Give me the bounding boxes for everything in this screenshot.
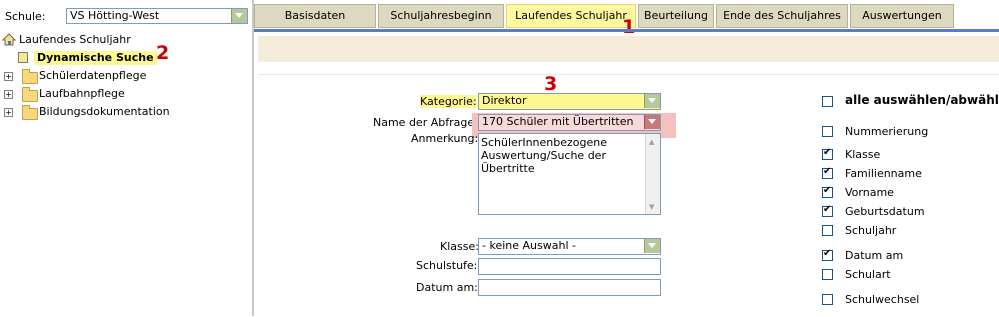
column-checkbox-label: Geburtsdatum (845, 205, 925, 218)
column-checkbox[interactable] (822, 294, 833, 305)
school-label: Schule: (5, 10, 46, 23)
klasse-label: Klasse: (440, 240, 479, 253)
chevron-down-icon[interactable] (231, 9, 247, 23)
left-panel: Schule: VS Hötting-West Laufendes Schulj… (0, 0, 254, 316)
select-all-checkbox[interactable] (822, 96, 833, 107)
anmerkung-text: SchülerInnenbezogene Auswertung/Suche de… (481, 136, 607, 175)
schulstufe-input[interactable] (478, 258, 661, 275)
column-checkbox-label: Vorname (845, 186, 894, 199)
form-area: Kategorie: Direktor 3 Name der Abfrage: … (258, 73, 999, 317)
column-checkbox-label: Klasse (845, 148, 881, 161)
expand-icon[interactable]: + (4, 90, 13, 99)
annotation-marker-2: 2 (156, 42, 170, 64)
column-checkbox[interactable] (822, 166, 833, 179)
folder-icon (22, 69, 38, 84)
chevron-down-icon[interactable] (644, 239, 660, 253)
select-all-label: alle auswählen/abwählen (845, 93, 999, 107)
annotation-marker-3: 3 (544, 73, 558, 95)
klasse-select-value: - keine Auswahl - (482, 239, 576, 252)
scroll-up-icon[interactable]: ▲ (649, 138, 654, 146)
schulstufe-label: Schulstufe: (416, 259, 478, 272)
tree-item-label: Bildungsdokumentation (39, 105, 170, 118)
tree-item-label: Dynamische Suche (34, 51, 157, 65)
column-checkbox[interactable] (822, 269, 833, 280)
kategorie-select[interactable]: Direktor (478, 93, 661, 110)
tree-item-label: Laufbahnpflege (39, 87, 125, 100)
school-select[interactable]: VS Hötting-West (66, 8, 248, 24)
anmerkung-label: Anmerkung: (411, 132, 479, 145)
column-checkbox-label: Datum am (845, 249, 904, 262)
tab-schuljahresbeginn[interactable]: Schuljahresbeginn (378, 4, 504, 28)
column-checkbox[interactable] (822, 185, 833, 198)
chevron-down-icon[interactable] (644, 115, 660, 129)
klasse-select[interactable]: - keine Auswahl - (478, 238, 661, 255)
column-checkbox[interactable] (822, 225, 833, 236)
annotation-marker-1: 1 (622, 16, 636, 38)
tree-item-label: Schülerdatenpflege (39, 69, 147, 82)
column-checkbox[interactable] (822, 147, 833, 160)
tab-divider (254, 29, 999, 32)
column-checkbox-label: Familienname (845, 167, 922, 180)
datum-input[interactable] (478, 279, 661, 296)
column-checkbox[interactable] (822, 126, 833, 137)
scrollbar[interactable]: ▲ ▼ (645, 134, 660, 214)
column-checkbox[interactable] (822, 204, 833, 217)
column-checkbox-label: Schulwechsel (845, 293, 920, 306)
kategorie-select-value: Direktor (482, 94, 527, 107)
home-icon (2, 33, 16, 46)
folder-icon (22, 87, 38, 102)
column-checkbox[interactable] (822, 248, 833, 261)
column-checkbox-label: Schuljahr (845, 224, 897, 237)
tab-ende-des-schuljahres[interactable]: Ende des Schuljahres (716, 4, 848, 28)
abfrage-select[interactable]: 170 Schüler mit Übertritten (478, 114, 661, 131)
column-checkbox-label: Nummerierung (845, 125, 929, 138)
toolbar-strip (258, 36, 999, 62)
tab-beurteilung[interactable]: Beurteilung (638, 4, 714, 28)
tab-auswertungen[interactable]: Auswertungen (850, 4, 954, 28)
chevron-down-icon[interactable] (644, 94, 660, 108)
expand-icon[interactable]: + (4, 72, 13, 81)
school-select-value: VS Hötting-West (70, 9, 160, 22)
abfrage-label: Name der Abfrage: (373, 116, 478, 129)
tab-basisdaten[interactable]: Basisdaten (254, 4, 376, 28)
abfrage-select-value: 170 Schüler mit Übertritten (482, 115, 634, 128)
kategorie-label: Kategorie: (420, 95, 477, 108)
scroll-down-icon[interactable]: ▼ (649, 203, 654, 211)
document-icon (18, 52, 28, 63)
column-checkbox-label: Schulart (845, 268, 891, 281)
folder-icon (22, 105, 38, 120)
tree-item-label: Laufendes Schuljahr (19, 33, 131, 46)
tab-laufendes-schuljahr[interactable]: Laufendes Schuljahr (506, 4, 636, 28)
anmerkung-textarea[interactable]: SchülerInnenbezogene Auswertung/Suche de… (478, 133, 661, 215)
datum-label: Datum am: (416, 281, 478, 294)
expand-icon[interactable]: + (4, 108, 13, 117)
